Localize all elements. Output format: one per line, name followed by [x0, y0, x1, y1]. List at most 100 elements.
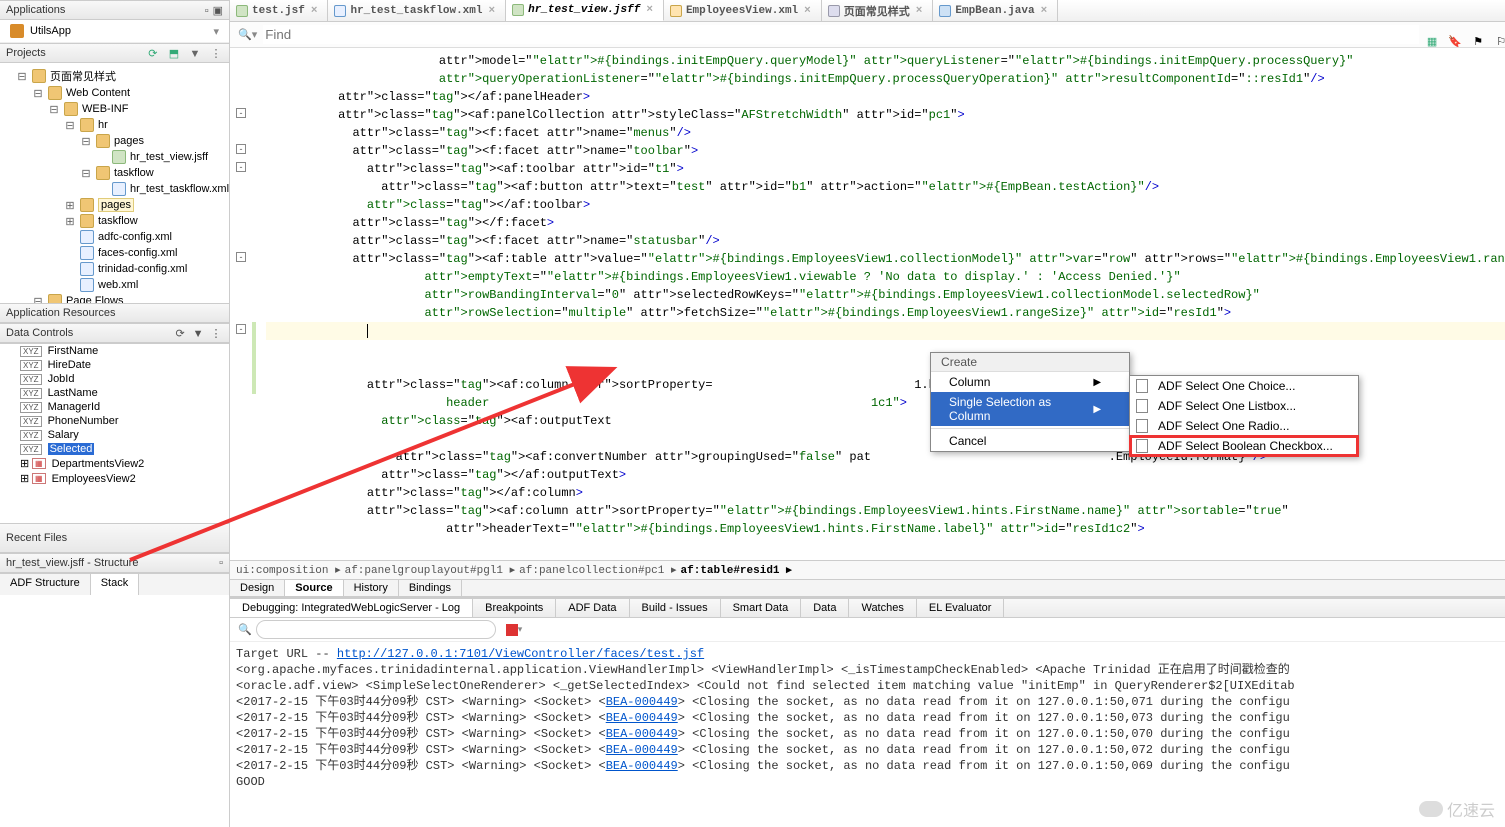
find-input[interactable]: [263, 25, 1419, 44]
structure-tab[interactable]: ADF Structure: [0, 574, 91, 595]
flag-remove-icon[interactable]: ⚐: [1494, 35, 1505, 48]
search-icon: 🔍: [238, 623, 252, 636]
breadcrumb-item[interactable]: ui:composition ▸: [236, 563, 341, 577]
cloud-icon: [1419, 801, 1443, 817]
dc-attr[interactable]: ManagerId: [48, 401, 101, 413]
editor-tab[interactable]: EmpBean.java×: [933, 0, 1058, 21]
dc-view[interactable]: EmployeesView2: [52, 473, 136, 485]
tree-folder[interactable]: taskflow: [98, 215, 138, 227]
editor-tabs: test.jsf× hr_test_taskflow.xml× hr_test_…: [230, 0, 1505, 22]
debug-tab[interactable]: Smart Data: [721, 599, 802, 617]
panel-close-icon[interactable]: ▣: [213, 5, 223, 17]
structure-body: [0, 595, 229, 827]
app-icon: [10, 24, 24, 38]
refresh-icon[interactable]: ⟳: [173, 327, 187, 340]
editor-tab[interactable]: hr_test_taskflow.xml×: [328, 0, 506, 21]
context-menu-title: Create: [931, 353, 1129, 372]
context-menu-item-single-selection[interactable]: Single Selection as Column▶: [931, 392, 1129, 426]
editor-tab-active[interactable]: hr_test_view.jsff×: [506, 0, 664, 21]
tree-file[interactable]: hr_test_view.jsff: [130, 151, 208, 163]
tree-folder[interactable]: Page Flows: [66, 295, 123, 303]
breadcrumb-item-active[interactable]: af:table#resid1 ▸: [681, 563, 792, 577]
editor-tab[interactable]: 页面常见样式×: [822, 0, 934, 21]
application-name: UtilsApp: [30, 25, 71, 37]
tree-project[interactable]: 页面常见样式: [50, 68, 116, 84]
refresh-icon[interactable]: ⟳: [146, 47, 160, 60]
context-menu-item-column[interactable]: Column▶: [931, 372, 1129, 392]
data-controls-list[interactable]: XYZFirstName XYZHireDate XYZJobId XYZLas…: [0, 343, 229, 523]
structure-tab-active[interactable]: Stack: [91, 574, 140, 595]
dc-attr-selected[interactable]: Selected: [48, 443, 95, 455]
tree-folder[interactable]: pages: [98, 198, 134, 212]
options-icon[interactable]: ⋮: [209, 47, 223, 60]
tree-file[interactable]: faces-config.xml: [98, 247, 177, 259]
tree-file[interactable]: web.xml: [98, 279, 138, 291]
tree-folder[interactable]: Web Content: [66, 87, 130, 99]
log-filter-input[interactable]: [256, 620, 496, 639]
breadcrumb-item[interactable]: af:panelcollection#pc1 ▸: [519, 563, 676, 577]
tree-folder[interactable]: taskflow: [114, 167, 154, 179]
breadcrumb: ui:composition ▸ af:panelgrouplayout#pgl…: [230, 560, 1505, 580]
debug-tabs: Debugging: IntegratedWebLogicServer - Lo…: [230, 599, 1505, 618]
filter-icon[interactable]: ▼: [188, 48, 202, 60]
dc-attr[interactable]: Salary: [48, 429, 79, 441]
dc-attr[interactable]: LastName: [48, 387, 98, 399]
submenu-select-one-listbox[interactable]: ADF Select One Listbox...: [1130, 396, 1358, 416]
projects-tree[interactable]: ⊟页面常见样式 ⊟Web Content ⊟WEB-INF ⊟hr ⊟pages…: [0, 63, 229, 303]
submenu-select-one-radio[interactable]: ADF Select One Radio...: [1130, 416, 1358, 436]
context-menu-item-cancel[interactable]: Cancel: [931, 431, 1129, 451]
src-tab-active[interactable]: Source: [285, 580, 343, 596]
debug-tab[interactable]: Data: [801, 599, 849, 617]
options-icon[interactable]: ⋮: [209, 327, 223, 340]
context-submenu[interactable]: ADF Select One Choice... ADF Select One …: [1129, 375, 1359, 457]
flag-icon[interactable]: ⚑: [1471, 35, 1485, 48]
dc-attr[interactable]: HireDate: [48, 359, 91, 371]
debug-tab-active[interactable]: Debugging: IntegratedWebLogicServer - Lo…: [230, 599, 473, 617]
debug-tab[interactable]: EL Evaluator: [917, 599, 1005, 617]
tree-folder[interactable]: hr: [98, 119, 108, 131]
tree-file[interactable]: hr_test_taskflow.xml: [130, 183, 229, 195]
applications-panel-header: Applications ▫ ▣: [0, 0, 229, 20]
tree-folder[interactable]: pages: [114, 135, 144, 147]
watermark: 亿速云: [1419, 797, 1495, 821]
editor-tab[interactable]: EmployeesView.xml×: [664, 0, 822, 21]
breadcrumb-item[interactable]: af:panelgrouplayout#pgl1 ▸: [345, 563, 516, 577]
minimize-icon[interactable]: ▫: [219, 557, 223, 569]
dc-view[interactable]: DepartmentsView2: [52, 458, 145, 470]
dc-attr[interactable]: PhoneNumber: [48, 415, 119, 427]
submenu-select-boolean-checkbox[interactable]: ADF Select Boolean Checkbox...: [1130, 436, 1358, 456]
src-tab[interactable]: Design: [230, 580, 285, 596]
panel-minimize-icon[interactable]: ▫: [205, 5, 209, 17]
log-output[interactable]: Target URL -- http://127.0.0.1:7101/View…: [230, 642, 1505, 827]
applications-title: Applications: [6, 4, 65, 16]
document-icon: [1136, 399, 1148, 413]
debug-tab[interactable]: ADF Data: [556, 599, 629, 617]
filter-icon[interactable]: ▼: [191, 328, 205, 340]
stop-icon[interactable]: [506, 624, 518, 636]
dc-attr[interactable]: FirstName: [48, 345, 99, 357]
code-editor[interactable]: attr">model=""elattr">#{bindings.initEmp…: [230, 48, 1505, 560]
dc-attr[interactable]: JobId: [48, 373, 75, 385]
tree-folder[interactable]: WEB-INF: [82, 103, 128, 115]
structure-header: hr_test_view.jsff - Structure▫: [0, 553, 229, 573]
submenu-select-one-choice[interactable]: ADF Select One Choice...: [1130, 376, 1358, 396]
search-icon[interactable]: 🔍▾: [238, 28, 257, 41]
tree-icon[interactable]: ⬒: [167, 47, 181, 60]
debug-pane: Debugging: IntegratedWebLogicServer - Lo…: [230, 597, 1505, 827]
debug-tab[interactable]: Breakpoints: [473, 599, 556, 617]
document-icon: [1136, 419, 1148, 433]
editor-tab[interactable]: test.jsf×: [230, 0, 328, 21]
toolbar-icon[interactable]: ▦: [1425, 35, 1439, 48]
recent-files-header[interactable]: Recent Files: [0, 523, 229, 553]
src-tab[interactable]: Bindings: [399, 580, 462, 596]
tree-file[interactable]: adfc-config.xml: [98, 231, 172, 243]
debug-tab[interactable]: Build - Issues: [630, 599, 721, 617]
tree-file[interactable]: trinidad-config.xml: [98, 263, 187, 275]
projects-panel-header: Projects ⟳ ⬒ ▼ ⋮: [0, 43, 229, 63]
app-resources-header[interactable]: Application Resources: [0, 303, 229, 323]
application-selector[interactable]: UtilsApp ▾: [0, 20, 229, 43]
debug-tab[interactable]: Watches: [849, 599, 916, 617]
src-tab[interactable]: History: [344, 580, 399, 596]
bookmark-icon[interactable]: 🔖: [1448, 35, 1462, 48]
context-menu[interactable]: Create Column▶ Single Selection as Colum…: [930, 352, 1130, 452]
